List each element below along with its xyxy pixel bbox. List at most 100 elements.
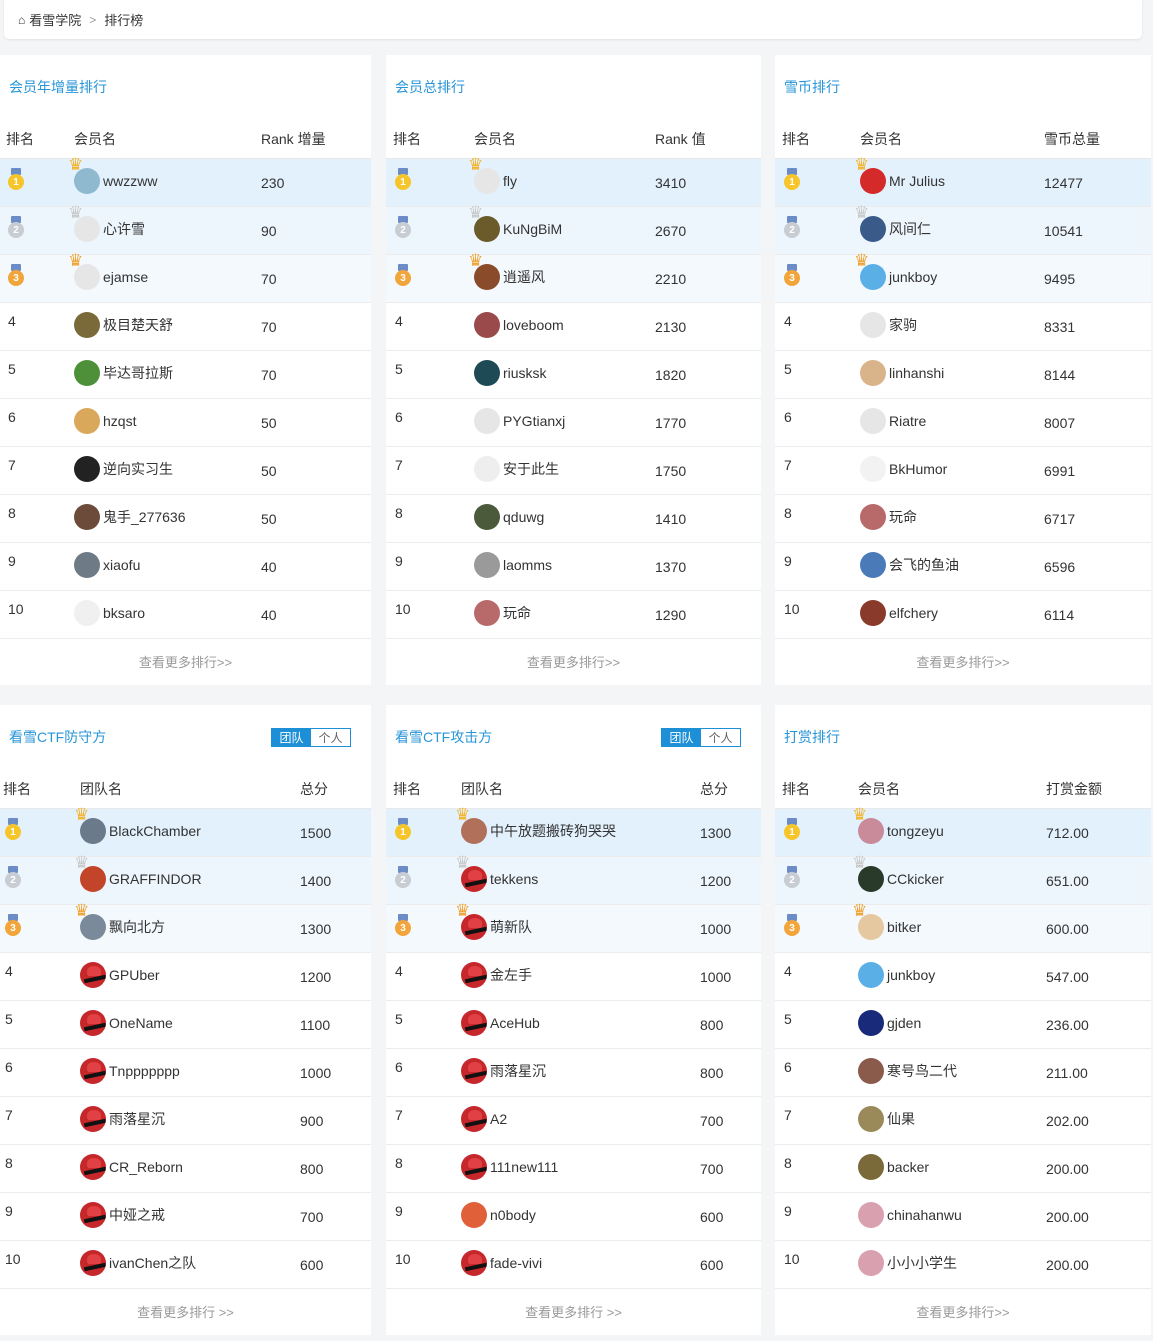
avatar[interactable]: ♛ bbox=[468, 204, 500, 242]
member-name[interactable]: loveboom bbox=[503, 317, 564, 333]
avatar[interactable] bbox=[80, 1105, 106, 1132]
avatar[interactable] bbox=[74, 359, 100, 386]
toggle-team[interactable]: 团队 bbox=[272, 728, 311, 746]
avatar[interactable] bbox=[474, 407, 500, 434]
avatar[interactable] bbox=[860, 455, 886, 482]
member-name[interactable]: bitker bbox=[887, 919, 921, 935]
avatar[interactable]: ♛ bbox=[68, 156, 100, 194]
avatar[interactable]: ♛ bbox=[74, 902, 106, 940]
member-name[interactable]: CR_Reborn bbox=[109, 1159, 183, 1175]
member-name[interactable]: junkboy bbox=[887, 967, 935, 983]
avatar[interactable]: ♛ bbox=[468, 156, 500, 194]
member-name[interactable]: Tnppppppp bbox=[109, 1063, 180, 1079]
avatar[interactable] bbox=[80, 1009, 106, 1036]
member-name[interactable]: 逍遥风 bbox=[503, 267, 545, 287]
member-name[interactable]: backer bbox=[887, 1159, 929, 1175]
avatar[interactable] bbox=[74, 407, 100, 434]
member-name[interactable]: junkboy bbox=[889, 269, 937, 285]
member-name[interactable]: 会飞的鱼油 bbox=[889, 555, 959, 575]
member-name[interactable]: 萌新队 bbox=[490, 917, 532, 937]
avatar[interactable] bbox=[860, 599, 886, 626]
member-name[interactable]: 小小小学生 bbox=[887, 1253, 957, 1273]
member-name[interactable]: 金左手 bbox=[490, 965, 532, 985]
member-name[interactable]: fade-vivi bbox=[490, 1255, 542, 1271]
member-name[interactable]: 111new111 bbox=[490, 1159, 558, 1175]
avatar[interactable] bbox=[474, 311, 500, 338]
member-name[interactable]: 极目楚天舒 bbox=[103, 315, 173, 335]
avatar[interactable] bbox=[860, 311, 886, 338]
avatar[interactable] bbox=[74, 455, 100, 482]
member-name[interactable]: bksaro bbox=[103, 605, 145, 621]
member-name[interactable]: OneName bbox=[109, 1015, 173, 1031]
member-name[interactable]: tekkens bbox=[490, 871, 538, 887]
member-name[interactable]: 中午放题搬砖狗哭哭 bbox=[490, 821, 616, 841]
avatar[interactable]: ♛ bbox=[852, 806, 884, 844]
member-name[interactable]: 中娅之戒 bbox=[109, 1205, 165, 1225]
member-name[interactable]: PYGtianxj bbox=[503, 413, 565, 429]
member-name[interactable]: Riatre bbox=[889, 413, 926, 429]
avatar[interactable]: ♛ bbox=[852, 854, 884, 892]
member-name[interactable]: 逆向实习生 bbox=[103, 459, 173, 479]
view-more-link[interactable]: 查看更多排行 >> bbox=[386, 1289, 761, 1333]
member-name[interactable]: 玩命 bbox=[889, 507, 917, 527]
member-name[interactable]: 毕达哥拉斯 bbox=[103, 363, 173, 383]
view-more-link[interactable]: 查看更多排行>> bbox=[775, 1289, 1151, 1333]
member-name[interactable]: tongzeyu bbox=[887, 823, 944, 839]
avatar[interactable] bbox=[461, 1009, 487, 1036]
member-name[interactable]: AceHub bbox=[490, 1015, 540, 1031]
avatar[interactable]: ♛ bbox=[468, 252, 500, 290]
view-more-link[interactable]: 查看更多排行>> bbox=[775, 639, 1151, 683]
toggle-personal[interactable]: 个人 bbox=[311, 728, 350, 746]
member-name[interactable]: ejamse bbox=[103, 269, 148, 285]
avatar[interactable] bbox=[461, 1057, 487, 1084]
avatar[interactable] bbox=[860, 407, 886, 434]
avatar[interactable] bbox=[74, 503, 100, 530]
member-name[interactable]: gjden bbox=[887, 1015, 921, 1031]
member-name[interactable]: CCkicker bbox=[887, 871, 944, 887]
member-name[interactable]: GPUber bbox=[109, 967, 160, 983]
member-name[interactable]: 寒号鸟二代 bbox=[887, 1061, 957, 1081]
member-name[interactable]: 雨落星沉 bbox=[109, 1109, 165, 1129]
member-name[interactable]: 安于此生 bbox=[503, 459, 559, 479]
member-name[interactable]: BlackChamber bbox=[109, 823, 201, 839]
avatar[interactable]: ♛ bbox=[455, 854, 487, 892]
avatar[interactable] bbox=[74, 551, 100, 578]
avatar[interactable] bbox=[80, 961, 106, 988]
member-name[interactable]: 家驹 bbox=[889, 315, 917, 335]
view-more-link[interactable]: 查看更多排行>> bbox=[386, 639, 761, 683]
member-name[interactable]: elfchery bbox=[889, 605, 938, 621]
member-name[interactable]: xiaofu bbox=[103, 557, 140, 573]
avatar[interactable] bbox=[461, 1249, 487, 1276]
avatar[interactable]: ♛ bbox=[74, 806, 106, 844]
member-name[interactable]: riusksk bbox=[503, 365, 547, 381]
member-name[interactable]: hzqst bbox=[103, 413, 136, 429]
member-name[interactable]: 风间仁 bbox=[889, 219, 931, 239]
view-more-link[interactable]: 查看更多排行>> bbox=[0, 639, 371, 683]
member-name[interactable]: chinahanwu bbox=[887, 1207, 962, 1223]
toggle-personal[interactable]: 个人 bbox=[701, 728, 740, 746]
avatar[interactable] bbox=[80, 1201, 106, 1228]
avatar[interactable] bbox=[461, 1201, 487, 1228]
avatar[interactable] bbox=[80, 1057, 106, 1084]
avatar[interactable] bbox=[461, 1153, 487, 1180]
member-name[interactable]: laomms bbox=[503, 557, 552, 573]
avatar[interactable] bbox=[858, 1249, 884, 1276]
member-name[interactable]: wwzzww bbox=[103, 173, 157, 189]
avatar[interactable] bbox=[860, 551, 886, 578]
avatar[interactable] bbox=[80, 1249, 106, 1276]
avatar[interactable]: ♛ bbox=[455, 806, 487, 844]
avatar[interactable]: ♛ bbox=[854, 204, 886, 242]
avatar[interactable] bbox=[860, 503, 886, 530]
avatar[interactable]: ♛ bbox=[852, 902, 884, 940]
avatar[interactable]: ♛ bbox=[854, 156, 886, 194]
member-name[interactable]: GRAFFINDOR bbox=[109, 871, 202, 887]
member-name[interactable]: fly bbox=[503, 173, 517, 189]
toggle-team[interactable]: 团队 bbox=[662, 728, 701, 746]
avatar[interactable] bbox=[74, 311, 100, 338]
avatar[interactable] bbox=[80, 1153, 106, 1180]
member-name[interactable]: 飘向北方 bbox=[109, 917, 165, 937]
avatar[interactable]: ♛ bbox=[68, 252, 100, 290]
member-name[interactable]: 玩命 bbox=[503, 603, 531, 623]
avatar[interactable]: ♛ bbox=[854, 252, 886, 290]
avatar[interactable] bbox=[858, 1057, 884, 1084]
